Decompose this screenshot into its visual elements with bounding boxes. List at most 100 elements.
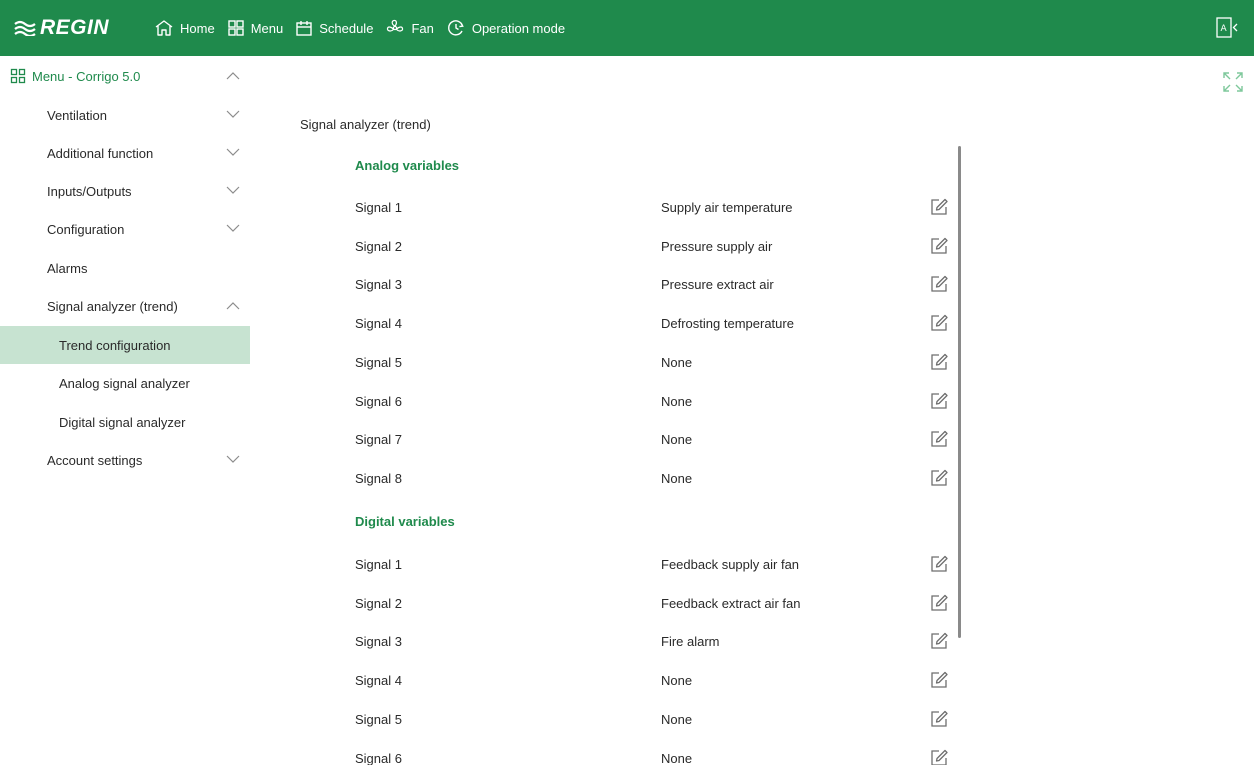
sidebar-item-label: Account settings — [47, 452, 143, 468]
nav-home[interactable]: Home — [154, 0, 215, 56]
signal-name: Signal 3 — [355, 634, 402, 650]
fullscreen-button[interactable] — [1222, 71, 1244, 93]
grid-icon — [10, 68, 26, 84]
signal-row: Signal 5 None — [355, 701, 955, 739]
edit-signal-button[interactable] — [929, 274, 949, 294]
svg-text:A: A — [1221, 24, 1228, 34]
regin-logo-icon — [14, 20, 36, 36]
signal-name: Signal 5 — [355, 354, 402, 370]
signal-value: Feedback extract air fan — [661, 595, 801, 611]
sidebar-item-ventilation[interactable]: Ventilation — [0, 96, 250, 134]
signal-value: None — [661, 354, 693, 370]
signal-row: Signal 3 Pressure extract air — [355, 266, 955, 304]
top-bar: REGIN Home Menu Schedule Fan Operation m… — [0, 0, 1254, 56]
scrollbar[interactable] — [958, 146, 961, 638]
signal-name: Signal 6 — [355, 393, 402, 409]
sidebar-item-analog-signal-analyzer[interactable]: Analog signal analyzer — [0, 364, 250, 402]
edit-signal-button[interactable] — [929, 709, 949, 729]
chevron-down-icon — [226, 224, 240, 232]
page-title: Signal analyzer (trend) — [300, 117, 431, 132]
sidebar: Menu - Corrigo 5.0 Ventilation Additiona… — [0, 56, 250, 765]
edit-signal-button[interactable] — [929, 429, 949, 449]
signal-row: Signal 4 Defrosting temperature — [355, 305, 955, 343]
signal-name: Signal 2 — [355, 238, 402, 254]
edit-signal-button[interactable] — [929, 391, 949, 411]
signal-name: Signal 6 — [355, 750, 402, 765]
analog-variables-heading: Analog variables — [355, 158, 460, 173]
brand-logo[interactable]: REGIN — [14, 13, 109, 43]
nav-operation-mode[interactable]: Operation mode — [446, 0, 565, 56]
signal-value: None — [661, 393, 693, 409]
sidebar-item-inputs-outputs[interactable]: Inputs/Outputs — [0, 172, 250, 210]
sidebar-item-digital-signal-analyzer[interactable]: Digital signal analyzer — [0, 403, 250, 441]
edit-icon — [931, 710, 948, 727]
edit-signal-button[interactable] — [929, 631, 949, 651]
sidebar-item-label: Configuration — [47, 221, 125, 237]
nav-schedule-label: Schedule — [319, 20, 374, 36]
signal-name: Signal 4 — [355, 673, 402, 689]
sidebar-item-label: Ventilation — [47, 107, 107, 123]
sidebar-item-signal-analyzer[interactable]: Signal analyzer (trend) — [0, 287, 250, 325]
edit-signal-button[interactable] — [929, 554, 949, 574]
chevron-up-icon — [226, 302, 240, 310]
home-icon — [155, 20, 173, 36]
chevron-down-icon — [226, 110, 240, 118]
signal-value: None — [661, 470, 693, 486]
sidebar-item-additional-function[interactable]: Additional function — [0, 134, 250, 172]
signal-value: None — [661, 711, 693, 727]
signal-row: Signal 2 Feedback extract air fan — [355, 585, 955, 623]
sidebar-item-configuration[interactable]: Configuration — [0, 210, 250, 248]
sidebar-item-label: Additional function — [47, 145, 154, 161]
signal-row: Signal 1 Supply air temperature — [355, 189, 955, 227]
edit-signal-button[interactable] — [929, 468, 949, 488]
sidebar-item-label: Trend configuration — [59, 337, 171, 353]
language-icon: A — [1216, 17, 1238, 38]
signal-row: Signal 5 None — [355, 344, 955, 382]
signal-value: Feedback supply air fan — [661, 557, 800, 572]
edit-icon — [931, 431, 948, 447]
edit-signal-button[interactable] — [929, 593, 949, 613]
language-button[interactable]: A — [1216, 16, 1238, 40]
sidebar-item-label: Inputs/Outputs — [47, 183, 132, 199]
sidebar-item-account-settings[interactable]: Account settings — [0, 441, 250, 479]
expand-icon — [1223, 72, 1243, 92]
nav-operation-mode-label: Operation mode — [471, 20, 566, 36]
grid-icon — [227, 20, 244, 36]
signal-row: Signal 4 None — [355, 662, 955, 700]
edit-icon — [931, 353, 948, 370]
nav-schedule[interactable]: Schedule — [295, 0, 373, 56]
sidebar-root-menu[interactable]: Menu - Corrigo 5.0 — [10, 66, 250, 86]
sidebar-item-label: Digital signal analyzer — [59, 414, 186, 430]
edit-signal-button[interactable] — [929, 352, 949, 372]
edit-icon — [931, 633, 948, 650]
chevron-down-icon — [226, 455, 240, 463]
signal-value: Defrosting temperature — [661, 316, 794, 332]
edit-icon — [931, 594, 948, 611]
edit-signal-button[interactable] — [929, 313, 949, 333]
sidebar-item-trend-configuration[interactable]: Trend configuration — [0, 326, 250, 364]
signal-name: Signal 1 — [355, 200, 402, 215]
signal-name: Signal 7 — [355, 432, 402, 448]
main-nav: Home Menu Schedule Fan Operation mode — [154, 0, 577, 56]
signal-name: Signal 2 — [355, 595, 402, 611]
signal-row: Signal 6 None — [355, 740, 955, 765]
fan-icon — [387, 19, 404, 32]
signal-row: Signal 6 None — [355, 383, 955, 421]
edit-signal-button[interactable] — [929, 236, 949, 256]
signal-value: None — [661, 750, 693, 765]
sidebar-item-label: Analog signal analyzer — [59, 375, 190, 391]
signal-name: Signal 1 — [355, 557, 402, 572]
signal-name: Signal 8 — [355, 470, 402, 486]
edit-signal-button[interactable] — [929, 748, 949, 765]
edit-icon — [931, 276, 948, 293]
sidebar-item-alarms[interactable]: Alarms — [0, 249, 250, 287]
edit-icon — [931, 237, 948, 254]
edit-signal-button[interactable] — [929, 670, 949, 690]
nav-fan[interactable]: Fan — [385, 0, 434, 56]
signal-value: Pressure supply air — [661, 238, 773, 254]
chevron-down-icon — [226, 148, 240, 156]
nav-menu[interactable]: Menu — [227, 0, 283, 56]
calendar-icon — [296, 21, 312, 36]
edit-icon — [931, 469, 948, 486]
edit-signal-button[interactable] — [929, 197, 949, 217]
